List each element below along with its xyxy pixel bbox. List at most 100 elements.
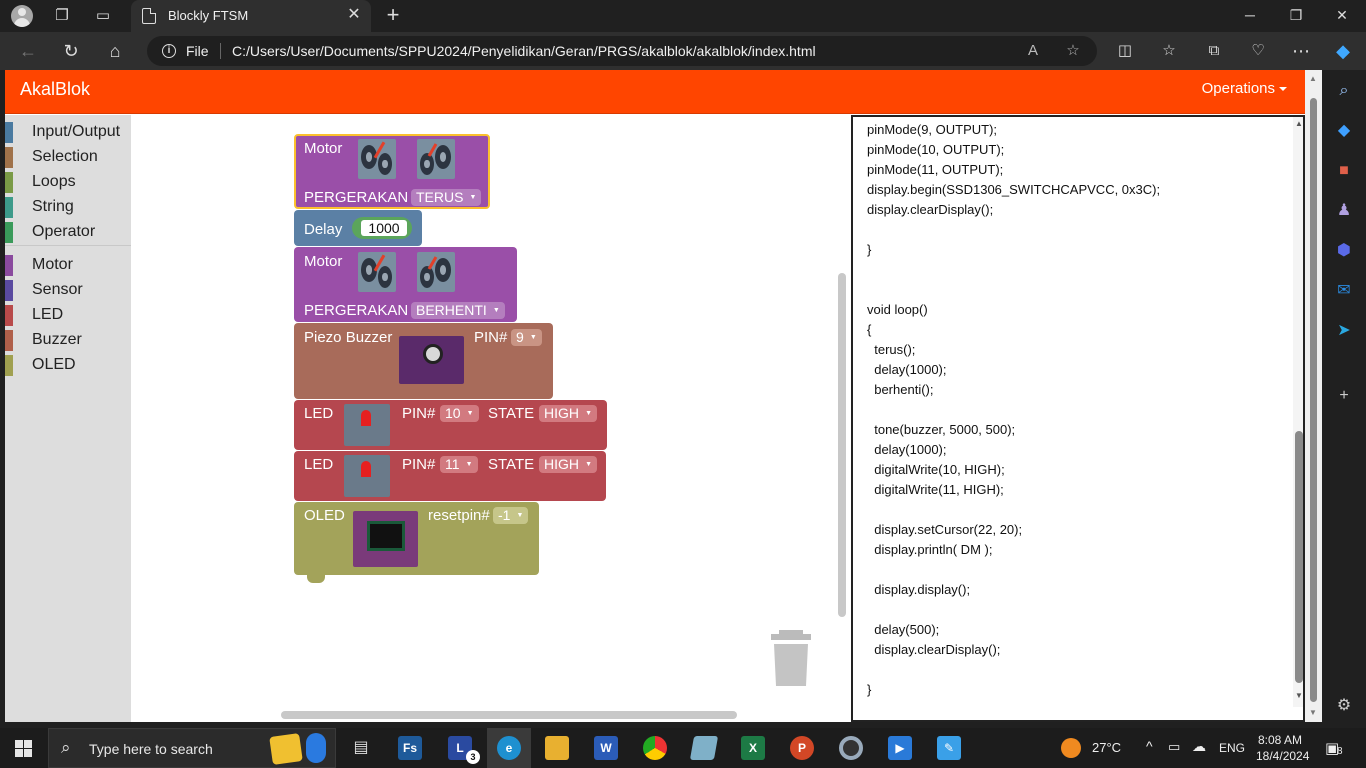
led-state-dropdown[interactable]: HIGH (539, 456, 597, 473)
motor-direction-dropdown[interactable]: TERUS (411, 189, 482, 206)
chevron-down-icon[interactable] (1279, 87, 1287, 91)
workspace-vertical-scrollbar[interactable] (838, 273, 846, 617)
delay-block[interactable]: Delay 1000 (294, 210, 422, 246)
powerpoint-icon[interactable]: P (790, 736, 814, 760)
language-indicator[interactable]: ENG (1219, 741, 1245, 755)
refresh-icon[interactable]: ↻ (60, 40, 82, 62)
cloud-icon[interactable]: ☁ (1192, 738, 1206, 755)
scroll-down-arrow-icon[interactable]: ▼ (1295, 691, 1303, 700)
motor-block-berhenti[interactable]: Motor PERGERAKAN BERHENTI (294, 247, 517, 322)
windows-start-icon[interactable] (15, 740, 32, 757)
led-pin-dropdown[interactable]: 10 (440, 405, 479, 422)
generated-code-panel[interactable]: pinMode(9, OUTPUT); pinMode(10, OUTPUT); p… (851, 115, 1305, 722)
shopping-tag-icon[interactable]: ◆ (1333, 120, 1355, 142)
sidebar-settings-icon[interactable]: ⚙ (1333, 695, 1355, 717)
browser-tab-active[interactable]: Blockly FTSM ✕ (131, 0, 371, 32)
split-screen-icon[interactable]: ◫ (1114, 40, 1136, 62)
category-label: Selection (32, 148, 98, 165)
toolbox-category-string[interactable]: String (5, 195, 131, 220)
weather-icon[interactable] (1061, 738, 1081, 758)
excel-icon[interactable]: X (741, 736, 765, 760)
fs-app-icon[interactable]: Fs (398, 736, 422, 760)
scroll-up-arrow-icon[interactable]: ▲ (1295, 119, 1303, 128)
more-menu-icon[interactable]: ⋯ (1290, 40, 1312, 62)
weather-temperature[interactable]: 27°C (1092, 740, 1121, 755)
notes-app-icon[interactable] (689, 736, 719, 760)
toolbox-category-selection[interactable]: Selection (5, 145, 131, 170)
read-aloud-icon[interactable]: A (1022, 40, 1044, 62)
operations-menu[interactable]: Operations (1202, 80, 1275, 97)
paint-app-icon[interactable]: ✎ (937, 736, 961, 760)
send-icon[interactable]: ➤ (1333, 320, 1355, 342)
circle-app-icon[interactable] (839, 736, 863, 760)
clock-date[interactable]: 18/4/2024 (1256, 749, 1309, 763)
code-scrollbar[interactable]: ▲ ▼ (1293, 117, 1303, 707)
show-hidden-icons-chevron-icon[interactable]: ^ (1146, 738, 1153, 754)
toolbox-category-led[interactable]: LED (5, 303, 131, 328)
piezo-buzzer-block[interactable]: Piezo Buzzer PIN# 9 (294, 323, 553, 399)
favorite-star-icon[interactable]: ☆ (1062, 40, 1084, 62)
add-sidebar-app-icon[interactable]: + (1333, 385, 1355, 407)
toolbox-category-loops[interactable]: Loops (5, 170, 131, 195)
tools-icon[interactable]: ■ (1333, 160, 1355, 182)
edge-browser-icon[interactable]: e (497, 736, 521, 760)
delay-value-input[interactable]: 1000 (361, 220, 407, 236)
buzzer-pin-dropdown[interactable]: 9 (511, 329, 542, 346)
media-app-icon[interactable]: ▶ (888, 736, 912, 760)
tab-actions-icon[interactable]: ▭ (92, 5, 114, 27)
toolbox-category-buzzer[interactable]: Buzzer (5, 328, 131, 353)
taskbar-search-box[interactable]: ⌕ Type here to search (48, 728, 336, 768)
favorites-icon[interactable]: ☆ (1158, 40, 1180, 62)
word-icon[interactable]: W (594, 736, 618, 760)
profile-avatar-icon[interactable] (11, 5, 33, 27)
blockly-workspace[interactable]: Motor PERGERAKAN TERUS Delay 1000 Motor (131, 115, 851, 722)
page-scroll-thumb[interactable] (1310, 98, 1317, 702)
oled-resetpin-dropdown[interactable]: -1 (493, 507, 529, 524)
toolbox-category-motor[interactable]: Motor (5, 253, 131, 278)
collections-icon[interactable]: ⧉ (1203, 40, 1225, 62)
home-icon[interactable]: ⌂ (104, 40, 126, 62)
page-favicon-icon (142, 8, 156, 24)
outlook-icon[interactable]: ✉ (1333, 280, 1355, 302)
workspaces-icon[interactable]: ❐ (51, 5, 73, 27)
workspace-horizontal-scrollbar[interactable] (281, 711, 737, 719)
motor-direction-dropdown[interactable]: BERHENTI (411, 302, 505, 319)
copilot-icon[interactable]: ◆ (1332, 40, 1354, 62)
search-icon[interactable]: ⌕ (1333, 80, 1355, 102)
oled-block[interactable]: OLED resetpin# -1 (294, 502, 539, 575)
category-color-bar (5, 172, 13, 193)
new-tab-button[interactable]: + (382, 4, 404, 26)
l-app-icon[interactable]: L3 (448, 736, 480, 764)
trash-can-icon[interactable] (771, 630, 811, 690)
led-block-pin-11[interactable]: LED PIN# 11 STATE HIGH (294, 451, 606, 501)
scroll-up-arrow-icon[interactable]: ▲ (1309, 74, 1317, 83)
task-view-icon[interactable]: ▤ (349, 736, 373, 760)
restore-button[interactable]: ❐ (1276, 4, 1316, 26)
led-block-pin-10[interactable]: LED PIN# 10 STATE HIGH (294, 400, 607, 450)
led-pin-dropdown[interactable]: 11 (440, 456, 478, 473)
toolbox-category-sensor[interactable]: Sensor (5, 278, 131, 303)
chrome-icon[interactable] (643, 736, 667, 760)
toolbox-category-operator[interactable]: Operator (5, 220, 131, 245)
games-icon[interactable]: ♟ (1333, 200, 1355, 222)
url-text[interactable]: C:/Users/User/Documents/SPPU2024/Penyeli… (232, 43, 816, 59)
page-scrollbar[interactable]: ▲ ▼ (1305, 70, 1322, 722)
battery-icon[interactable]: ▭ (1168, 739, 1180, 755)
close-window-button[interactable]: ✕ (1322, 4, 1362, 26)
toolbox-category-input-output[interactable]: Input/Output (5, 120, 131, 145)
clock-time[interactable]: 8:08 AM (1258, 733, 1302, 747)
code-scroll-thumb[interactable] (1295, 431, 1303, 683)
performance-icon[interactable]: ♡ (1247, 40, 1269, 62)
site-info-icon[interactable]: i (162, 44, 176, 58)
toolbox-category-oled[interactable]: OLED (5, 353, 131, 378)
brand-title[interactable]: AkalBlok (20, 79, 90, 100)
scroll-down-arrow-icon[interactable]: ▼ (1309, 708, 1317, 717)
motor-block-terus[interactable]: Motor PERGERAKAN TERUS (294, 134, 490, 209)
back-arrow-icon[interactable]: ← (17, 40, 39, 62)
microsoft365-icon[interactable]: ⬢ (1333, 240, 1355, 262)
led-state-dropdown[interactable]: HIGH (539, 405, 597, 422)
address-bar[interactable]: i File C:/Users/User/Documents/SPPU2024/… (147, 36, 1097, 66)
file-explorer-icon[interactable] (545, 736, 569, 760)
minimize-button[interactable]: ─ (1230, 4, 1270, 26)
tab-close-icon[interactable]: ✕ (345, 6, 363, 24)
